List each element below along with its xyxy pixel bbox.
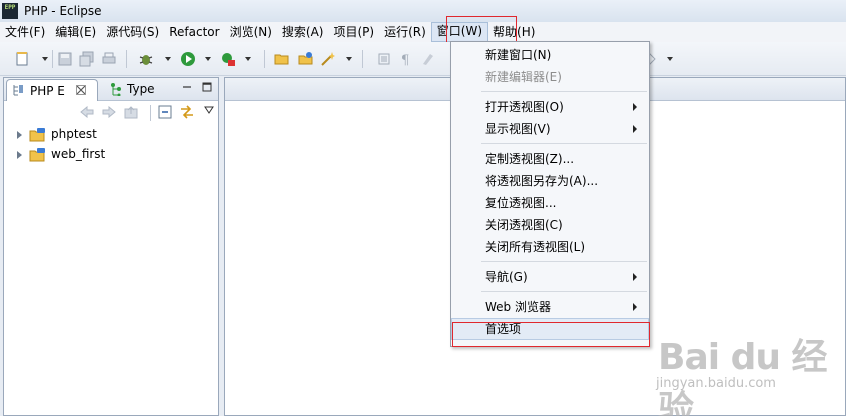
tree-item[interactable]: web_first bbox=[4, 146, 218, 164]
window-menu-item-7[interactable]: 将透视图另存为(A)... bbox=[451, 170, 649, 192]
eclipse-app-icon: EPP bbox=[2, 3, 18, 19]
menu-item-label: 定制透视图(Z)... bbox=[485, 152, 575, 166]
submenu-arrow-icon bbox=[633, 303, 637, 311]
wand-icon[interactable] bbox=[320, 51, 336, 67]
menu-item-6[interactable]: 项目(P) bbox=[328, 22, 379, 42]
link-with-editor-icon[interactable] bbox=[179, 104, 195, 120]
open-folder-icon[interactable] bbox=[274, 51, 290, 67]
toolbar-separator bbox=[264, 50, 265, 68]
print-icon[interactable] bbox=[101, 51, 117, 67]
php-explorer-icon bbox=[13, 85, 23, 96]
menu-item-label: 打开透视图(O) bbox=[485, 100, 564, 114]
php-explorer-view: PHP E Type phptest web_first bbox=[3, 77, 219, 416]
menu-item-4[interactable]: 浏览(N) bbox=[225, 22, 277, 42]
debug-dropdown-arrow[interactable] bbox=[165, 57, 171, 61]
save-icon[interactable] bbox=[57, 51, 73, 67]
submenu-arrow-icon bbox=[633, 103, 637, 111]
menu-item-3[interactable]: Refactor bbox=[164, 22, 224, 42]
menu-item-label: 新建窗口(N) bbox=[485, 48, 552, 62]
tree-item[interactable]: phptest bbox=[4, 126, 218, 144]
menu-item-0[interactable]: 文件(F) bbox=[0, 22, 50, 42]
window-menu-item-0[interactable]: 新建窗口(N) bbox=[451, 44, 649, 66]
save-all-icon[interactable] bbox=[79, 51, 95, 67]
menu-item-label: 首选项 bbox=[485, 322, 522, 336]
window-menu-item-8[interactable]: 复位透视图... bbox=[451, 192, 649, 214]
window-menu-item-12[interactable]: 导航(G) bbox=[451, 266, 649, 288]
window-menu-item-10[interactable]: 关闭所有透视图(L) bbox=[451, 236, 649, 258]
collapse-all-icon[interactable] bbox=[158, 105, 172, 119]
window-menu-item-1[interactable]: 新建编辑器(E) bbox=[451, 66, 649, 88]
forward-arrow-icon[interactable] bbox=[102, 106, 116, 118]
menu-separator bbox=[481, 143, 647, 144]
menu-item-label: 关闭透视图(C) bbox=[485, 218, 563, 232]
open-project-icon[interactable] bbox=[298, 51, 314, 67]
new-dropdown-arrow[interactable] bbox=[42, 57, 48, 61]
type-hierarchy-icon bbox=[111, 83, 121, 96]
external-tools-dropdown-arrow[interactable] bbox=[245, 57, 251, 61]
window-menu-item-4[interactable]: 显示视图(V) bbox=[451, 118, 649, 140]
menu-separator bbox=[481, 291, 647, 292]
window-menu-item-14[interactable]: Web 浏览器 bbox=[451, 296, 649, 318]
window-menu-item-6[interactable]: 定制透视图(Z)... bbox=[451, 148, 649, 170]
highlight-icon[interactable] bbox=[420, 51, 436, 67]
new-file-icon[interactable] bbox=[14, 51, 30, 67]
php-project-icon bbox=[29, 128, 45, 142]
window-menu-item-15[interactable]: 首选项 bbox=[451, 318, 649, 340]
menu-item-label: 将透视图另存为(A)... bbox=[485, 174, 599, 188]
expand-arrow-icon[interactable] bbox=[17, 151, 22, 159]
menu-item-7[interactable]: 运行(R) bbox=[379, 22, 431, 42]
show-whitespace-icon[interactable]: ¶ bbox=[398, 51, 414, 67]
menu-item-label: 导航(G) bbox=[485, 270, 528, 284]
menu-item-2[interactable]: 源代码(S) bbox=[101, 22, 164, 42]
minimize-icon[interactable] bbox=[182, 82, 192, 92]
nav-forward-dropdown-arrow[interactable] bbox=[667, 57, 673, 61]
menu-item-label: 显示视图(V) bbox=[485, 122, 551, 136]
submenu-arrow-icon bbox=[633, 273, 637, 281]
external-tools-icon[interactable] bbox=[220, 51, 236, 67]
wand-dropdown-arrow[interactable] bbox=[346, 57, 352, 61]
menu-item-1[interactable]: 编辑(E) bbox=[50, 22, 101, 42]
menu-item-label: 复位透视图... bbox=[485, 196, 557, 210]
debug-icon[interactable] bbox=[138, 51, 154, 67]
tree-item-label: web_first bbox=[51, 147, 106, 161]
view-toolbar-separator bbox=[150, 105, 151, 121]
menu-separator bbox=[481, 261, 647, 262]
expand-arrow-icon[interactable] bbox=[17, 131, 22, 139]
menu-item-label: 关闭所有透视图(L) bbox=[485, 240, 586, 254]
toolbar-separator bbox=[52, 50, 53, 68]
submenu-arrow-icon bbox=[633, 125, 637, 133]
svg-text:¶: ¶ bbox=[401, 53, 409, 67]
tab-php-explorer[interactable]: PHP E bbox=[6, 79, 98, 101]
main-toolbar: ¶ bbox=[0, 42, 846, 76]
up-folder-icon[interactable] bbox=[124, 105, 138, 119]
menu-separator bbox=[481, 91, 647, 92]
tree-item-label: phptest bbox=[51, 127, 97, 141]
maximize-icon[interactable] bbox=[202, 82, 212, 92]
menu-item-9[interactable]: 帮助(H) bbox=[488, 22, 540, 42]
run-dropdown-arrow[interactable] bbox=[205, 57, 211, 61]
php-project-icon bbox=[29, 148, 45, 162]
tab-php-explorer-label: PHP E bbox=[30, 84, 65, 98]
view-menu-icon[interactable] bbox=[204, 106, 214, 114]
window-menu-item-9[interactable]: 关闭透视图(C) bbox=[451, 214, 649, 236]
window-menu-dropdown: 新建窗口(N) 新建编辑器(E) 打开透视图(O) 显示视图(V) 定制透视图(Z)..… bbox=[450, 41, 650, 347]
view-tab-strip: PHP E Type bbox=[4, 78, 218, 101]
window-menu-item-3[interactable]: 打开透视图(O) bbox=[451, 96, 649, 118]
menu-bar: 文件(F) 编辑(E) 源代码(S) Refactor 浏览(N) 搜索(A) 项目(P) 运… bbox=[0, 22, 846, 42]
menu-item-label: Web 浏览器 bbox=[485, 300, 551, 314]
menu-item-label: 新建编辑器(E) bbox=[485, 70, 562, 84]
view-toolbar bbox=[4, 102, 218, 124]
title-bar: EPP PHP - Eclipse bbox=[0, 0, 846, 22]
menu-item-5[interactable]: 搜索(A) bbox=[277, 22, 329, 42]
back-arrow-icon[interactable] bbox=[80, 106, 94, 118]
toolbar-separator bbox=[362, 50, 363, 68]
run-icon[interactable] bbox=[180, 51, 196, 67]
tab-type-label[interactable]: Type bbox=[127, 82, 155, 96]
close-icon[interactable] bbox=[76, 85, 86, 95]
menu-item-8[interactable]: 窗口(W) bbox=[430, 22, 489, 42]
toolbar-separator bbox=[126, 50, 127, 68]
toggle-block-icon[interactable] bbox=[376, 51, 392, 67]
window-title: PHP - Eclipse bbox=[24, 4, 102, 18]
